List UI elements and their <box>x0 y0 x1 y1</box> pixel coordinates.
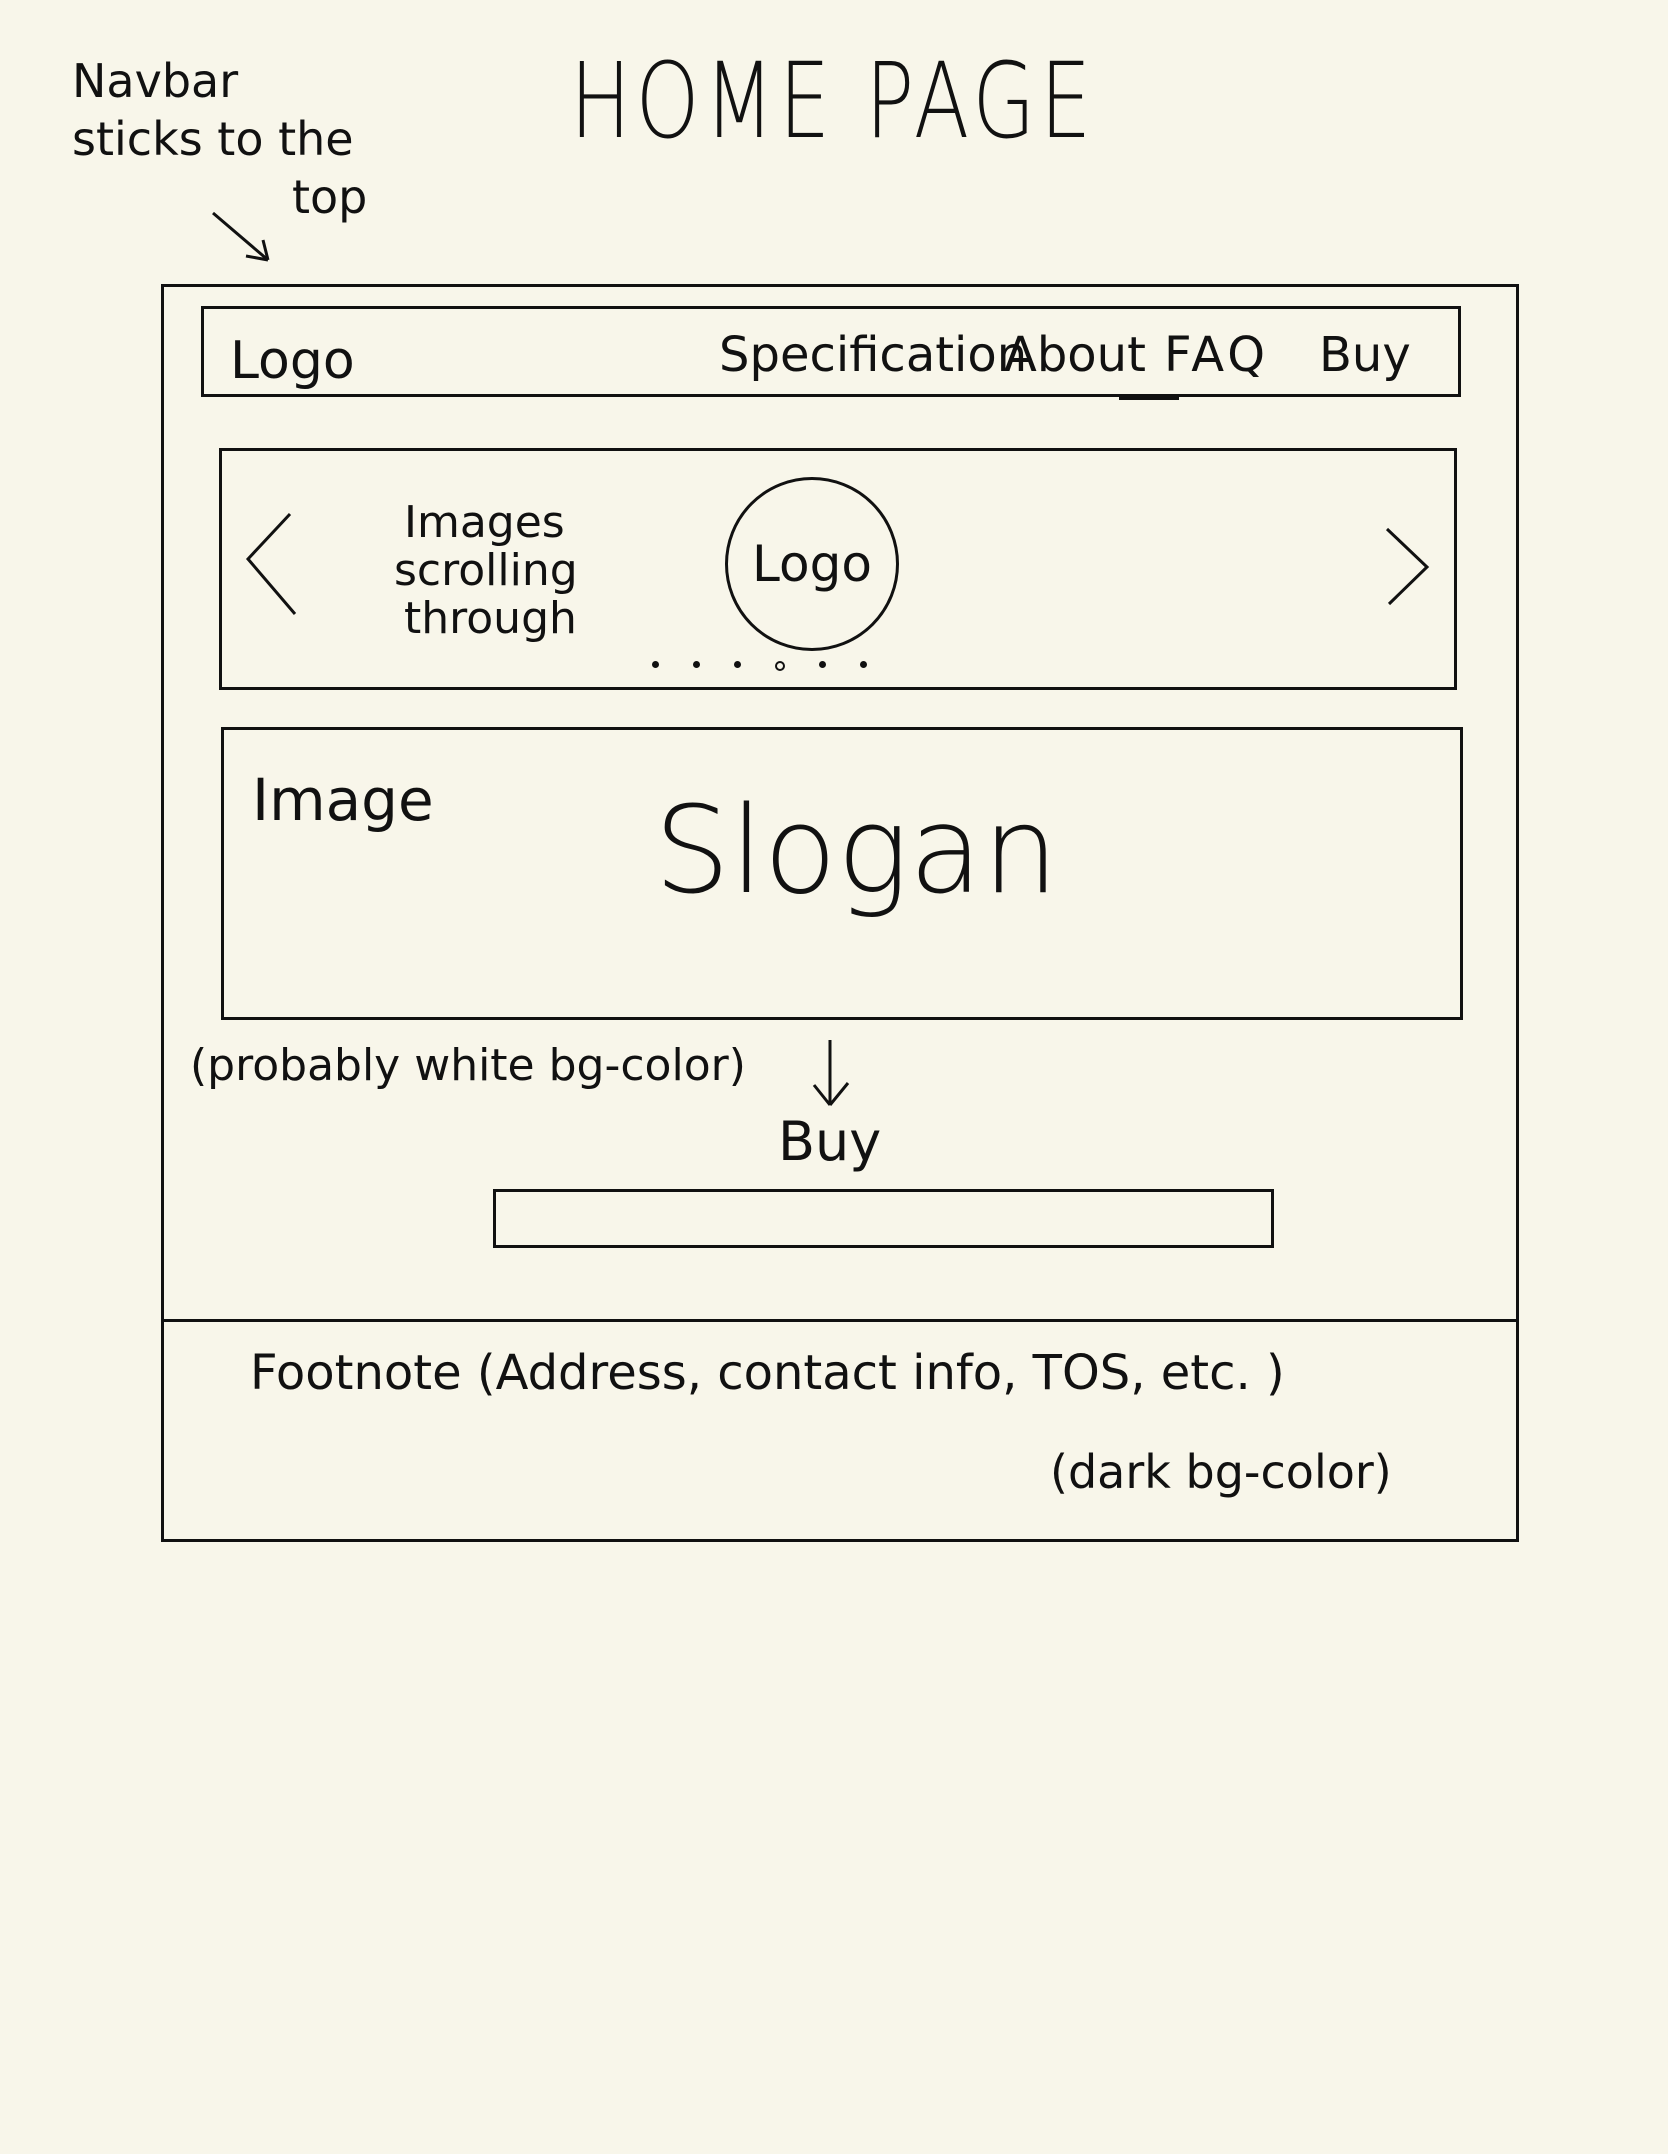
navbar-note: Navbar sticks to the top <box>72 52 367 226</box>
navbar-note-line2: sticks to the <box>72 112 354 166</box>
footer-text: Footnote (Address, contact info, TOS, et… <box>250 1345 1285 1401</box>
page-title: HOME PAGE <box>570 40 1096 162</box>
carousel-caption-line2: scrolling <box>394 545 578 596</box>
nav-link-specification[interactable]: Specification <box>719 327 1027 383</box>
carousel-dot[interactable] <box>693 661 700 668</box>
faq-underline <box>1119 397 1179 400</box>
annotation-arrow-icon <box>212 211 270 262</box>
chevron-right-icon[interactable] <box>1377 509 1447 619</box>
hero-bg-note: (probably white bg-color) <box>190 1040 746 1091</box>
navbar: Logo Specification About FAQ Buy <box>201 306 1461 400</box>
nav-link-buy[interactable]: Buy <box>1319 327 1411 383</box>
carousel-dot[interactable] <box>775 661 785 671</box>
hero-slogan: Slogan <box>654 782 1059 921</box>
carousel-dot[interactable] <box>734 661 741 668</box>
carousel-dot[interactable] <box>819 661 826 668</box>
carousel-caption-line1: Images <box>404 497 565 548</box>
arrow-down-icon <box>812 1040 850 1106</box>
carousel-caption: Images scrolling through <box>394 499 578 643</box>
carousel-logo-label: Logo <box>752 535 872 593</box>
carousel-logo: Logo <box>725 477 899 651</box>
chevron-left-icon[interactable] <box>240 509 310 619</box>
hero-section: Image Slogan <box>221 727 1463 1020</box>
navbar-logo[interactable]: Logo <box>230 331 355 391</box>
carousel-caption-line3: through <box>404 593 577 644</box>
nav-link-faq[interactable]: FAQ <box>1164 327 1269 383</box>
buy-label: Buy <box>778 1110 882 1173</box>
carousel-dots <box>652 661 867 671</box>
footer-divider <box>161 1319 1519 1322</box>
carousel-dot[interactable] <box>652 661 659 668</box>
footer-bg-note: (dark bg-color) <box>1050 1445 1392 1499</box>
navbar-note-line1: Navbar <box>72 54 239 108</box>
hero-image-placeholder: Image <box>252 766 434 834</box>
image-carousel: Images scrolling through Logo <box>219 448 1457 690</box>
carousel-dot[interactable] <box>860 661 867 668</box>
nav-link-about[interactable]: About <box>1004 327 1146 383</box>
buy-button[interactable] <box>493 1189 1274 1248</box>
